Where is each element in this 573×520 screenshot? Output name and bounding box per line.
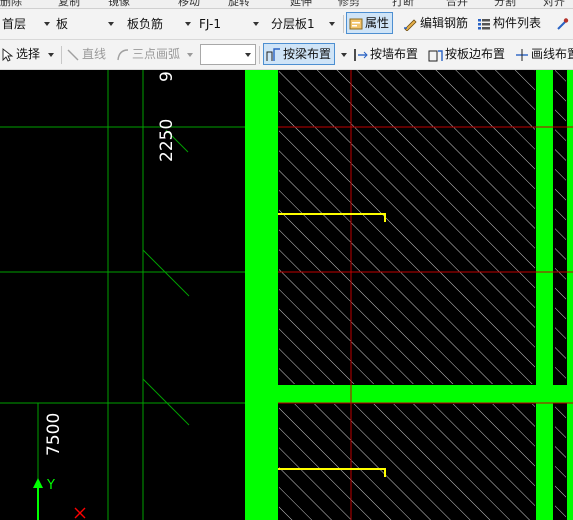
draw-line-layout-button[interactable]: 画线布置 [513, 44, 573, 65]
list-icon [478, 18, 490, 29]
beam-vertical[interactable] [536, 70, 553, 400]
y-axis-arrowhead [33, 478, 43, 488]
select-button[interactable]: 选择 [0, 44, 54, 65]
place-by-wall-label: 按墙布置 [370, 47, 419, 61]
slab-hatch[interactable] [279, 404, 535, 520]
chevron-down-icon [186, 52, 193, 57]
line-button[interactable]: 直线 [64, 44, 106, 65]
properties-label: 属性 [365, 16, 390, 30]
top-toolbar-strip: 删除 复制 镜像 移动 旋转 延伸 修剪 打断 合并 分割 对齐 [0, 0, 573, 9]
extend-button[interactable]: 延伸 [290, 0, 312, 8]
chevron-down-icon [253, 22, 259, 26]
cursor-icon [2, 47, 14, 62]
place-by-beam-button[interactable]: 按梁布置 [263, 43, 336, 65]
category-select[interactable]: 板 [56, 14, 116, 34]
mirror-button[interactable]: 镜像 [108, 0, 130, 8]
edit-rebar-label: 编辑钢筋 [420, 16, 469, 30]
line-label: 直线 [82, 47, 107, 61]
move-button[interactable]: 移动 [178, 0, 200, 8]
pick-component-button[interactable] [553, 13, 571, 34]
place-by-slab-edge-label: 按板边布置 [445, 47, 506, 61]
place-by-beam-label: 按梁布置 [283, 47, 332, 61]
break-button[interactable]: 打断 [392, 0, 414, 8]
wall-layout-icon [354, 48, 368, 61]
y-axis-label: Y [47, 478, 55, 493]
chevron-down-icon [185, 22, 191, 26]
properties-icon [349, 18, 363, 29]
beam-horizontal[interactable] [278, 385, 573, 403]
chevron-down-icon [245, 53, 251, 57]
chevron-down-icon [47, 52, 54, 57]
chevron-down-icon [108, 22, 114, 26]
delete-button[interactable]: 删除 [0, 0, 22, 8]
draw-line-layout-label: 画线布置 [531, 47, 573, 61]
split-button[interactable]: 分割 [494, 0, 516, 8]
drawing-svg [0, 70, 573, 520]
category-select-value: 板 [56, 17, 69, 31]
dimension-label: 9 [157, 71, 177, 82]
dimension-label: 7500 [44, 412, 64, 456]
chevron-down-icon [44, 22, 50, 26]
properties-button[interactable]: 属性 [346, 12, 394, 34]
three-point-arc-button[interactable]: 三点画弧 [114, 44, 193, 65]
drawing-toolbar: 选择 直线 三点画弧 按梁布置 按墙布置 按板边布置 画线布 [0, 40, 573, 70]
pencil-icon [404, 18, 417, 31]
floor-select-value: 首层 [2, 17, 27, 31]
beam-vertical[interactable] [536, 403, 553, 520]
beam-vertical[interactable] [567, 70, 573, 520]
component-select[interactable]: FJ-1 [199, 14, 261, 34]
slab-edge-icon [428, 49, 443, 61]
slab-hatch[interactable] [555, 70, 566, 384]
chevron-down-icon [329, 22, 335, 26]
component-toolbar: 首层 板 板负筋 FJ-1 分层板1 属性 编辑钢筋 构件列表 [0, 9, 573, 40]
place-by-slab-edge-button[interactable]: 按板边布置 [426, 44, 505, 65]
rotate-button[interactable]: 旋转 [228, 0, 250, 8]
toolbar-divider [61, 46, 62, 64]
component-list-button[interactable]: 构件列表 [475, 13, 541, 34]
chevron-down-icon[interactable] [341, 53, 347, 57]
dimension-tick [142, 378, 190, 426]
layer-select[interactable]: 分层板1 [271, 14, 341, 34]
select-label: 选择 [16, 47, 41, 61]
line-icon [67, 49, 79, 60]
trim-button[interactable]: 修剪 [338, 0, 360, 8]
arc-icon [117, 48, 129, 60]
eyedropper-icon [557, 17, 569, 30]
place-by-wall-button[interactable]: 按墙布置 [351, 44, 418, 65]
component-list-label: 构件列表 [493, 16, 542, 30]
edit-rebar-button[interactable]: 编辑钢筋 [401, 13, 468, 34]
dimension-tick [142, 249, 190, 297]
component-select-value: FJ-1 [199, 17, 221, 31]
layer-select-value: 分层板1 [271, 17, 315, 31]
beam-vertical[interactable] [245, 70, 278, 520]
beam-layout-icon [266, 47, 280, 61]
origin-cross-icon [74, 507, 86, 519]
toolbar-divider [343, 15, 344, 33]
drawing-canvas[interactable]: 9 2250 7500 Y [0, 70, 573, 520]
type-select-value: 板负筋 [127, 17, 164, 31]
align-button[interactable]: 对齐 [543, 0, 565, 8]
type-select[interactable]: 板负筋 [127, 14, 199, 34]
draw-line-icon [516, 48, 528, 61]
slab-hatch[interactable] [279, 70, 535, 384]
slab-hatch[interactable] [555, 404, 566, 520]
three-point-arc-label: 三点画弧 [132, 47, 181, 61]
dimension-label: 2250 [157, 118, 177, 162]
toolbar-divider [259, 46, 260, 64]
copy-button[interactable]: 复制 [58, 0, 80, 8]
merge-button[interactable]: 合并 [446, 0, 468, 8]
arc-option-combo[interactable] [200, 44, 256, 65]
